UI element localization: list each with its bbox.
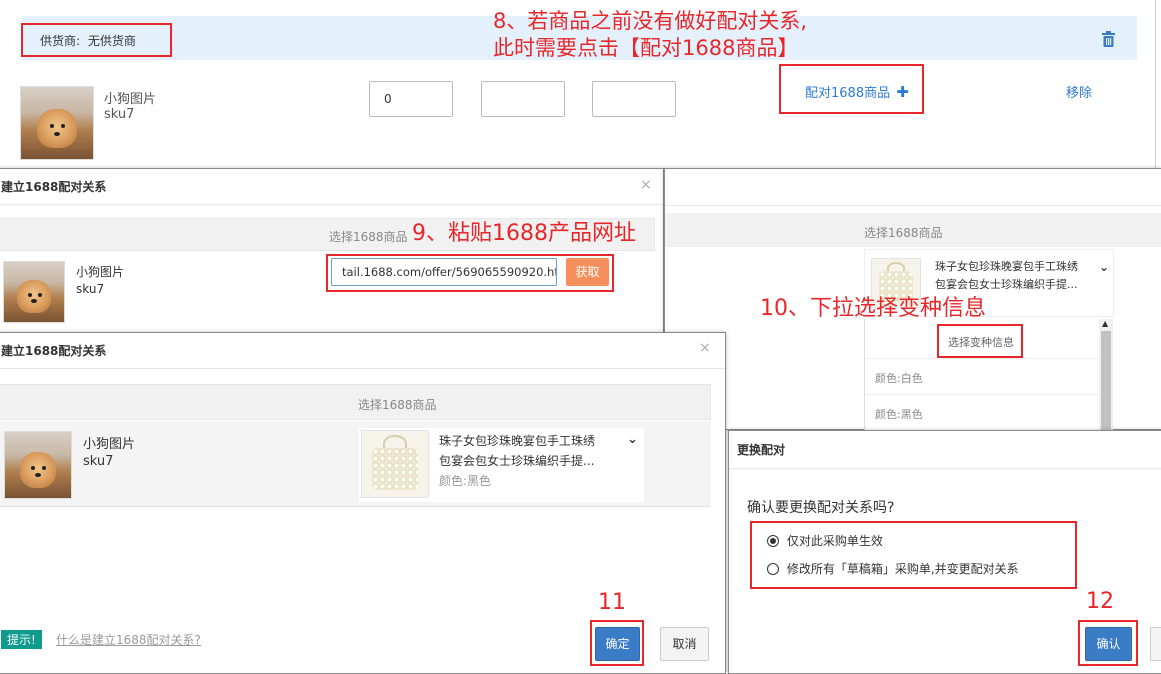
bag-thumbnail: [361, 430, 429, 498]
product-sku: sku7: [76, 282, 105, 296]
supplier-label: 供货商: 无供货商: [40, 32, 136, 49]
product-title-line1: 珠子女包珍珠晚宴包手工珠绣: [935, 260, 1078, 273]
header-select-1688: 选择1688商品: [329, 230, 408, 244]
annotation-step-8-line2: 此时需要点击【配对1688商品】: [493, 36, 799, 60]
quantity-input[interactable]: 0: [369, 81, 453, 117]
matched-product-box[interactable]: 珠子女包珍珠晚宴包手工珠绣 包宴会包女士珍珠编织手提... 颜色:黑色 ⌄: [359, 428, 644, 502]
product-thumbnail: [20, 86, 94, 160]
variant-option-black[interactable]: 颜色:黑色: [865, 395, 1099, 431]
product-title-line1: 珠子女包珍珠晚宴包手工珠绣: [439, 434, 596, 448]
modal-build-match-1: 建立1688配对关系 × 选择1688商品 小狗图片 sku7: [0, 168, 664, 338]
variant-option-white[interactable]: 颜色:白色: [865, 359, 1099, 395]
header-select-1688: 选择1688商品: [358, 398, 437, 412]
modal-title: 建立1688配对关系: [0, 169, 663, 205]
price-input[interactable]: [481, 81, 565, 117]
change-question: 确认要更换配对关系吗?: [747, 500, 895, 516]
product-sku: sku7: [104, 107, 135, 122]
product-name: 小狗图片: [104, 92, 157, 107]
annotation-step-11: 11: [598, 590, 626, 615]
hint-badge: 提示!: [1, 630, 42, 649]
remove-link[interactable]: 移除: [1066, 82, 1092, 101]
variant-scrollbar[interactable]: ▲: [1099, 319, 1113, 431]
remark-input[interactable]: [592, 81, 676, 117]
close-icon[interactable]: ×: [640, 177, 652, 193]
hint-link[interactable]: 什么是建立1688配对关系?: [56, 631, 201, 648]
product-url-input[interactable]: tail.1688.com/offer/569065590920.html: [331, 258, 557, 286]
title-divider: [665, 205, 1161, 206]
annotation-step-9: 9、粘贴1688产品网址: [412, 221, 636, 246]
close-icon[interactable]: ×: [699, 340, 711, 356]
product-thumbnail: [4, 431, 72, 499]
table-header: [0, 384, 711, 420]
confirm-button[interactable]: 确定: [595, 627, 640, 661]
match-1688-button[interactable]: 配对1688商品 ✚: [805, 82, 909, 101]
product-name: 小狗图片: [83, 437, 136, 452]
scroll-thumb[interactable]: [1101, 331, 1111, 431]
supplier-label-text: 供货商:: [40, 34, 81, 48]
annotation-step-12: 12: [1086, 589, 1114, 614]
modal-title: 建立1688配对关系: [0, 333, 725, 369]
variant-option-text: 颜色:黑色: [875, 408, 923, 421]
plus-icon: ✚: [896, 83, 909, 101]
annotation-step-8-line1: 8、若商品之前没有做好配对关系,: [493, 9, 808, 33]
chevron-down-icon[interactable]: ⌄: [1099, 260, 1109, 274]
supplier-value: 无供货商: [87, 34, 136, 48]
right-edge-scroll: [1155, 0, 1161, 168]
options-highlight-box: [750, 521, 1077, 589]
scroll-up-icon[interactable]: ▲: [1102, 319, 1108, 328]
cancel-button[interactable]: 取消: [660, 627, 709, 661]
confirm-change-button[interactable]: 确认: [1085, 627, 1132, 661]
product-thumbnail: [3, 261, 65, 323]
trash-icon[interactable]: [1102, 31, 1115, 47]
cancel-change-button-partial[interactable]: [1150, 627, 1161, 661]
modal-title: 更换配对: [729, 431, 1161, 469]
product-sku: sku7: [83, 454, 114, 469]
annotation-step-10: 10、下拉选择变种信息: [760, 296, 986, 321]
product-url-value: tail.1688.com/offer/569065590920.html: [342, 265, 557, 279]
quantity-value: 0: [384, 92, 392, 106]
selected-variant: 颜色:黑色: [439, 474, 492, 488]
chevron-down-icon[interactable]: ⌄: [627, 432, 638, 447]
match-1688-label: 配对1688商品: [805, 86, 891, 101]
product-title-line2: 包宴会包女士珍珠编织手提...: [439, 454, 595, 468]
product-title-line2: 包宴会包女士珍珠编织手提...: [935, 278, 1078, 291]
variant-highlight-box: [937, 324, 1023, 358]
variant-option-text: 颜色:白色: [875, 372, 923, 385]
fetch-button[interactable]: 获取: [566, 258, 609, 286]
product-name: 小狗图片: [76, 265, 125, 279]
header-select-1688: 选择1688商品: [864, 226, 943, 240]
